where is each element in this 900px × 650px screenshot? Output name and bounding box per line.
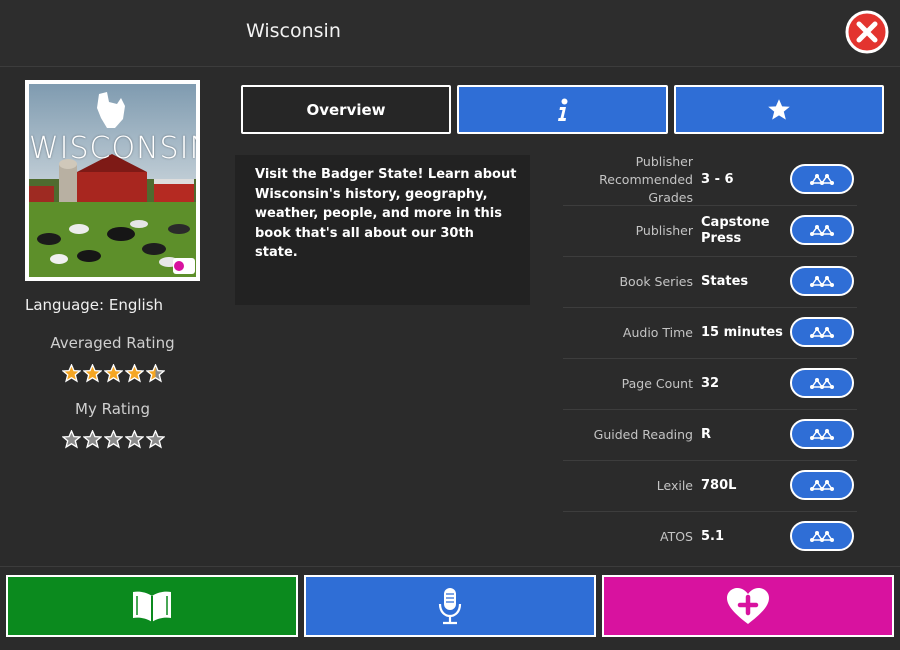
averaged-rating-stars: [62, 364, 165, 383]
star-icon[interactable]: [125, 430, 144, 449]
meta-value: Capstone Press: [701, 215, 770, 246]
star-icon: [768, 98, 790, 120]
microphone-icon: [438, 588, 462, 625]
network-icon: [810, 225, 834, 236]
meta-row-lexile: Lexile 780L: [563, 461, 857, 512]
meta-label: Publisher Recommended Grades: [599, 154, 693, 205]
open-book-icon: [133, 591, 171, 622]
info-icon: [557, 98, 567, 121]
cover-title: WISCONSIN: [29, 131, 196, 166]
similar-books-button[interactable]: [790, 215, 854, 245]
my-rating-label: My Rating: [75, 400, 150, 418]
meta-label: ATOS: [660, 529, 693, 544]
cover-illustration: [29, 84, 196, 277]
meta-value: 3 - 6: [701, 172, 734, 187]
network-icon: [810, 327, 834, 338]
meta-value: 5.1: [701, 529, 725, 544]
network-icon: [810, 276, 834, 287]
meta-row-grades: Publisher Recommended Grades 3 - 6: [563, 154, 857, 206]
read-button[interactable]: [6, 575, 298, 637]
meta-row-guided-reading: Guided Reading R: [563, 410, 857, 461]
meta-label: Guided Reading: [593, 427, 693, 442]
add-favorite-button[interactable]: [602, 575, 894, 637]
star-icon[interactable]: [62, 430, 81, 449]
book-cover[interactable]: WISCONSIN: [25, 80, 200, 281]
book-metadata: Publisher Recommended Grades 3 - 6 Publi…: [563, 154, 857, 562]
network-icon: [810, 378, 834, 389]
network-icon: [810, 429, 834, 440]
meta-row-audio-time: Audio Time 15 minutes: [563, 308, 857, 359]
cover-image: WISCONSIN: [29, 84, 196, 277]
star-icon: [83, 364, 102, 383]
similar-books-button[interactable]: [790, 470, 854, 500]
meta-value: 780L: [701, 478, 737, 493]
tab-overview[interactable]: Overview: [241, 85, 451, 134]
half-star-icon: [146, 364, 165, 383]
averaged-rating-label: Averaged Rating: [50, 334, 175, 352]
close-icon[interactable]: [845, 10, 889, 54]
meta-row-atos: ATOS 5.1: [563, 512, 857, 562]
meta-value: States: [701, 274, 749, 289]
star-icon: [125, 364, 144, 383]
similar-books-button[interactable]: [790, 266, 854, 296]
meta-label: Publisher: [635, 223, 693, 238]
similar-books-button[interactable]: [790, 164, 854, 194]
my-rating-stars[interactable]: [62, 430, 165, 449]
meta-label: Audio Time: [622, 325, 693, 340]
meta-label: Book Series: [619, 274, 693, 289]
star-icon: [62, 364, 81, 383]
similar-books-button[interactable]: [790, 419, 854, 449]
star-icon[interactable]: [146, 430, 165, 449]
header-bar: Wisconsin: [0, 0, 900, 67]
similar-books-button[interactable]: [790, 317, 854, 347]
network-icon: [810, 480, 834, 491]
meta-row-series: Book Series States: [563, 257, 857, 308]
star-icon: [104, 364, 123, 383]
page-title: Wisconsin: [246, 20, 341, 42]
book-description: Visit the Badger State! Learn about Wisc…: [235, 155, 530, 305]
meta-value: 32: [701, 376, 720, 391]
meta-value: R: [701, 427, 712, 442]
network-icon: [810, 531, 834, 542]
meta-value: 15 minutes: [701, 325, 783, 340]
network-icon: [810, 174, 834, 185]
meta-label: Lexile: [656, 478, 693, 493]
meta-label: Page Count: [621, 376, 693, 391]
language-label: Language: English: [25, 296, 164, 314]
heart-plus-icon: [727, 588, 769, 624]
similar-books-button[interactable]: [790, 368, 854, 398]
meta-row-page-count: Page Count 32: [563, 359, 857, 410]
tab-favorites[interactable]: [674, 85, 884, 134]
tab-info[interactable]: [457, 85, 668, 134]
record-button[interactable]: [304, 575, 596, 637]
meta-row-publisher: Publisher Capstone Press: [563, 206, 857, 257]
star-icon[interactable]: [104, 430, 123, 449]
star-icon[interactable]: [83, 430, 102, 449]
similar-books-button[interactable]: [790, 521, 854, 551]
